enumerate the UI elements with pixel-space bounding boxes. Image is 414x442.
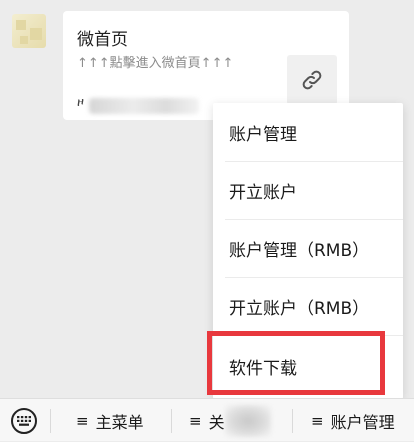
card-source: ዞ [77,95,217,115]
menu-icon: ≡ [189,411,202,430]
bar-divider [171,409,172,433]
bar-divider [292,409,293,433]
menu-icon: ≡ [76,411,89,430]
link-thumbnail [287,55,337,105]
avatar[interactable] [12,14,46,48]
menu-item-label: 软件下载 [229,358,297,379]
card-title: 微首页 [77,30,128,50]
keyboard-icon [17,416,31,426]
bottom-menu-bar: ≡ 主菜单 ≡ 关 ≡ 账户管理 [0,398,414,441]
bottom-menu-account-management[interactable]: ≡ 账户管理 [311,399,395,442]
menu-item-open-account[interactable]: 开立账户 [213,161,403,219]
blurred-source [89,98,199,114]
bottom-menu-about[interactable]: ≡ 关 [189,399,225,442]
popup-menu: 账户管理 开立账户 账户管理（RMB） 开立账户（RMB） 软件下载 [213,103,403,399]
menu-icon: ≡ [311,411,324,430]
menu-item-account-management[interactable]: 账户管理 [213,103,403,161]
blurred-region [225,405,271,437]
menu-item-open-account-rmb[interactable]: 开立账户（RMB） [213,277,403,335]
bottom-menu-main-menu[interactable]: ≡ 主菜单 [76,399,144,442]
menu-item-label: 开立账户（RMB） [229,298,370,319]
keyboard-toggle-button[interactable] [11,408,37,434]
card-description: ↑↑↑點擊進入微首頁↑↑↑ [77,56,234,71]
menu-item-label: 账户管理（RMB） [229,240,370,261]
bottom-menu-label: 账户管理 [330,412,395,432]
bar-divider [50,409,51,433]
menu-item-label: 开立账户 [229,182,297,203]
menu-item-label: 账户管理 [229,124,297,145]
bottom-menu-label: 主菜单 [95,412,144,432]
menu-item-account-management-rmb[interactable]: 账户管理（RMB） [213,219,403,277]
bottom-menu-label: 关 [208,412,225,432]
menu-item-software-download[interactable]: 软件下载 [213,335,403,397]
link-icon [302,70,322,90]
source-prefix: ዞ [77,95,85,110]
